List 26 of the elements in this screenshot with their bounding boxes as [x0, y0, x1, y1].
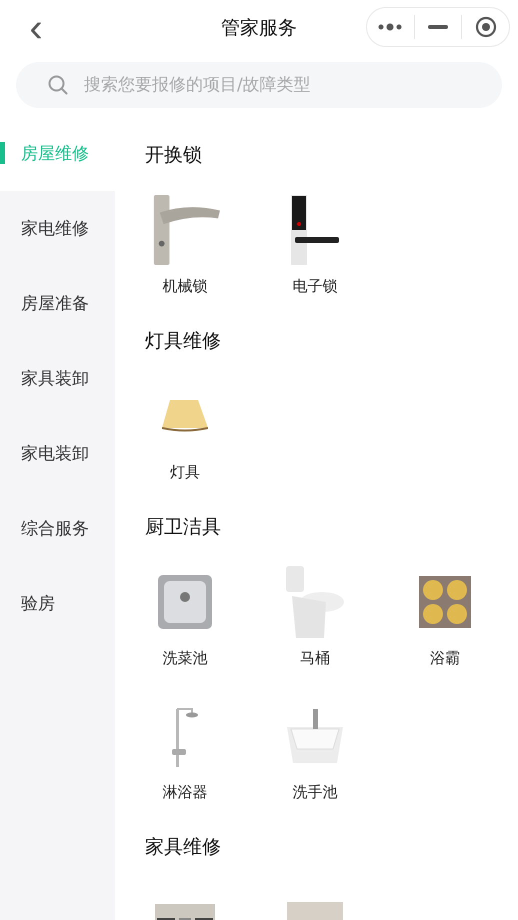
page-title: 管家服务: [221, 16, 297, 38]
search-icon: [48, 75, 68, 95]
item-label[interactable]: 电子锁: [292, 276, 338, 296]
search-field[interactable]: 搜索您要报修的项目/故障类型: [16, 62, 502, 108]
back-button[interactable]: ‹: [16, 8, 56, 48]
item-label[interactable]: 浴霸: [430, 648, 460, 668]
item-label[interactable]: 机械锁: [162, 276, 208, 296]
item-label[interactable]: 洗菜池: [162, 648, 208, 668]
category-item[interactable]: 综合服务: [0, 491, 115, 566]
section-title: 家具维修: [144, 835, 221, 860]
category-item[interactable]: 验房: [0, 566, 115, 641]
category-item[interactable]: 家电装卸: [0, 416, 115, 491]
section-title: 开换锁: [144, 143, 202, 168]
category-item[interactable]: 房屋准备: [0, 266, 115, 341]
section-title: 灯具维修: [144, 329, 221, 354]
close-icon: [474, 16, 497, 38]
item-label[interactable]: 马桶: [300, 648, 330, 668]
section-title: 厨卫洁具: [144, 515, 221, 540]
minimize-icon: [428, 25, 448, 29]
item-label[interactable]: 灯具: [170, 462, 200, 482]
item-label[interactable]: 洗手池: [292, 782, 338, 802]
category-item[interactable]: 家具装卸: [0, 341, 115, 416]
more-icon: [377, 22, 404, 32]
category-item[interactable]: 家电维修: [0, 191, 115, 266]
search-input[interactable]: 搜索您要报修的项目/故障类型: [82, 74, 502, 96]
item-label[interactable]: 淋浴器: [162, 782, 208, 802]
